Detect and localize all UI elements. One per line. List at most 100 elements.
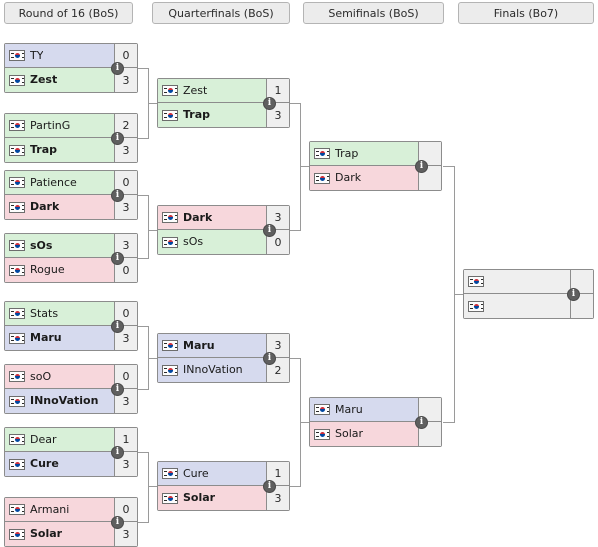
round-header-semifinals[interactable]: Semifinals (BoS) [303, 2, 444, 24]
south-korea-flag-icon [468, 276, 484, 287]
south-korea-flag-icon [9, 308, 25, 319]
player-cell: Trap [158, 103, 266, 127]
south-korea-flag-icon [162, 85, 178, 96]
match-r16-2[interactable]: PartinG 2 Trap 3 i [4, 113, 138, 163]
south-korea-flag-icon [9, 144, 25, 156]
match-info-icon[interactable]: i [567, 288, 580, 301]
player-cell: Patience [5, 171, 114, 194]
player-cell: Cure [5, 452, 114, 476]
player-name: soO [30, 370, 52, 383]
match-r16-6[interactable]: soO 0 INnoVation 3 i [4, 364, 138, 414]
player-name: Armani [30, 503, 70, 516]
south-korea-flag-icon [162, 492, 178, 504]
player-name: Maru [335, 403, 363, 416]
round-header-label: Semifinals (BoS) [328, 6, 419, 20]
player-name: Maru [183, 339, 215, 352]
player-name: TY [30, 49, 44, 62]
player-cell: Solar [310, 422, 418, 446]
player-name: Stats [30, 307, 59, 320]
player-cell: Trap [310, 142, 418, 165]
south-korea-flag-icon [162, 236, 178, 248]
match-r16-5[interactable]: Stats 0 Maru 3 i [4, 301, 138, 351]
player-cell: Rogue [5, 258, 114, 282]
player-cell: INnoVation [5, 389, 114, 413]
match-info-icon[interactable]: i [111, 516, 124, 529]
south-korea-flag-icon [162, 109, 178, 121]
player-name: Dark [335, 172, 362, 184]
player-name: Dark [30, 201, 60, 213]
player-cell: Solar [5, 522, 114, 546]
connector [300, 103, 301, 231]
player-cell: Armani [5, 498, 114, 521]
match-info-icon[interactable]: i [111, 446, 124, 459]
match-qf-3[interactable]: Maru 3 INnoVation 2 i [157, 333, 290, 383]
player-name: PartinG [30, 119, 71, 132]
player-cell: Zest [158, 79, 266, 102]
tournament-bracket: Round of 16 (BoS) Quarterfinals (BoS) Se… [0, 0, 598, 547]
south-korea-flag-icon [314, 404, 330, 415]
south-korea-flag-icon [9, 504, 25, 515]
player-name: sOs [30, 239, 53, 252]
round-header-label: Round of 16 (BoS) [18, 6, 119, 20]
south-korea-flag-icon [162, 364, 178, 376]
match-info-icon[interactable]: i [415, 416, 428, 429]
match-info-icon[interactable]: i [111, 252, 124, 265]
player-name: Solar [183, 492, 216, 504]
player-cell: Maru [158, 334, 266, 357]
round-header-label: Finals (Bo7) [493, 6, 559, 20]
match-info-icon[interactable]: i [111, 62, 124, 75]
match-r16-3[interactable]: Patience 0 Dark 3 i [4, 170, 138, 220]
match-info-icon[interactable]: i [263, 480, 276, 493]
south-korea-flag-icon [314, 428, 330, 440]
match-sf-2[interactable]: Maru Solar i [309, 397, 442, 447]
south-korea-flag-icon [9, 371, 25, 382]
match-info-icon[interactable]: i [263, 352, 276, 365]
player-cell: Dark [5, 195, 114, 219]
match-r16-8[interactable]: Armani 0 Solar 3 i [4, 497, 138, 547]
player-name: Zest [30, 74, 58, 86]
match-r16-7[interactable]: Dear 1 Cure 3 i [4, 427, 138, 477]
match-qf-1[interactable]: Zest 1 Trap 3 i [157, 78, 290, 128]
south-korea-flag-icon [162, 468, 178, 479]
match-info-icon[interactable]: i [111, 383, 124, 396]
south-korea-flag-icon [9, 74, 25, 86]
player-cell: sOs [158, 230, 266, 254]
match-info-icon[interactable]: i [263, 224, 276, 237]
player-name: Cure [30, 458, 59, 470]
south-korea-flag-icon [9, 240, 25, 251]
round-header-quarterfinals[interactable]: Quarterfinals (BoS) [152, 2, 290, 24]
player-cell: Cure [158, 462, 266, 485]
match-info-icon[interactable]: i [415, 160, 428, 173]
player-cell: Solar [158, 486, 266, 510]
round-header-label: Quarterfinals (BoS) [168, 6, 274, 20]
south-korea-flag-icon [9, 201, 25, 213]
player-cell: Dark [158, 206, 266, 229]
match-sf-1[interactable]: Trap Dark i [309, 141, 442, 191]
match-final[interactable]: i [463, 269, 594, 319]
south-korea-flag-icon [9, 395, 25, 407]
player-cell: Trap [5, 138, 114, 162]
south-korea-flag-icon [468, 300, 484, 312]
south-korea-flag-icon [314, 172, 330, 184]
south-korea-flag-icon [9, 528, 25, 540]
player-name: Trap [183, 109, 211, 121]
player-name: Patience [30, 176, 77, 189]
match-qf-2[interactable]: Dark 3 sOs 0 i [157, 205, 290, 255]
player-cell: PartinG [5, 114, 114, 137]
match-info-icon[interactable]: i [111, 189, 124, 202]
match-info-icon[interactable]: i [111, 320, 124, 333]
round-header-round-of-16[interactable]: Round of 16 (BoS) [4, 2, 133, 24]
player-cell: Zest [5, 68, 114, 92]
match-r16-1[interactable]: TY 0 Zest 3 i [4, 43, 138, 93]
player-name: Zest [183, 84, 208, 97]
match-qf-4[interactable]: Cure 1 Solar 3 i [157, 461, 290, 511]
match-r16-4[interactable]: sOs 3 Rogue 0 i [4, 233, 138, 283]
player-cell [464, 294, 570, 318]
round-header-finals[interactable]: Finals (Bo7) [458, 2, 594, 24]
player-name: Maru [30, 332, 62, 344]
south-korea-flag-icon [9, 120, 25, 131]
player-name: Trap [30, 144, 58, 156]
match-info-icon[interactable]: i [111, 132, 124, 145]
player-name: Dark [183, 211, 213, 224]
match-info-icon[interactable]: i [263, 97, 276, 110]
